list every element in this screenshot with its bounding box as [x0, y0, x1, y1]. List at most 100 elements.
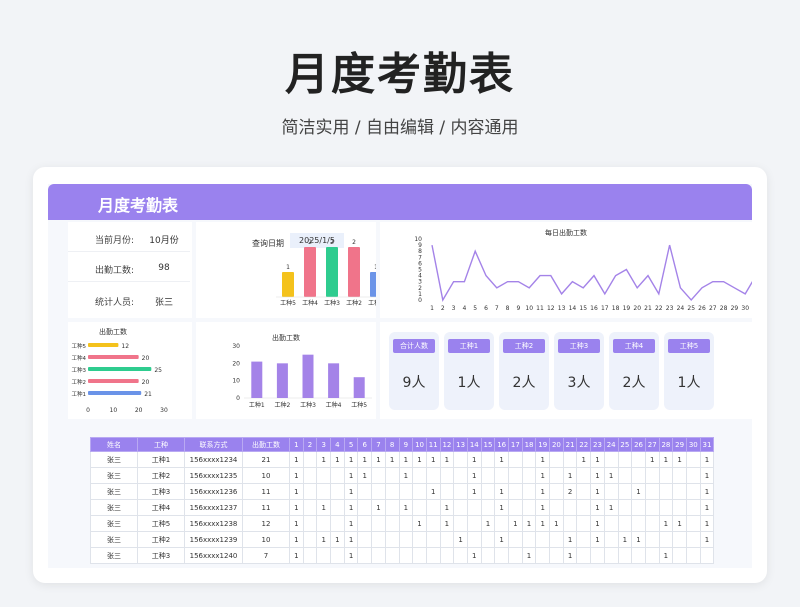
day-cell[interactable]: [603, 515, 619, 532]
day-cell[interactable]: [672, 483, 687, 500]
day-cell[interactable]: [371, 515, 386, 532]
cell-contact[interactable]: 156xxxx1235: [184, 467, 243, 484]
day-cell[interactable]: [439, 483, 455, 500]
day-cell[interactable]: 1: [590, 467, 605, 484]
day-cell[interactable]: [357, 499, 373, 516]
day-cell[interactable]: 1: [330, 451, 345, 468]
cell-contact[interactable]: 156xxxx1236: [184, 483, 243, 500]
day-cell[interactable]: [466, 499, 482, 516]
day-cell[interactable]: 1: [590, 531, 605, 548]
day-cell[interactable]: 1: [289, 451, 304, 468]
cell-type[interactable]: 工种4: [137, 499, 185, 516]
day-cell[interactable]: [685, 451, 701, 468]
day-cell[interactable]: [658, 499, 674, 516]
day-cell[interactable]: [371, 483, 386, 500]
day-cell[interactable]: 1: [398, 499, 414, 516]
day-cell[interactable]: [576, 531, 592, 548]
day-cell[interactable]: [316, 547, 332, 564]
day-cell[interactable]: [412, 499, 427, 516]
day-cell[interactable]: 1: [603, 467, 619, 484]
day-cell[interactable]: [617, 547, 633, 564]
day-cell[interactable]: 1: [631, 531, 646, 548]
day-cell[interactable]: 1: [699, 531, 715, 548]
day-cell[interactable]: 1: [658, 547, 674, 564]
day-cell[interactable]: [644, 547, 660, 564]
day-cell[interactable]: [480, 531, 496, 548]
day-cell[interactable]: [466, 515, 482, 532]
day-cell[interactable]: [576, 483, 592, 500]
day-cell[interactable]: 1: [535, 499, 551, 516]
day-cell[interactable]: [631, 515, 646, 532]
day-cell[interactable]: [425, 547, 441, 564]
day-cell[interactable]: [617, 499, 633, 516]
day-cell[interactable]: 1: [521, 515, 537, 532]
day-cell[interactable]: [330, 499, 345, 516]
day-cell[interactable]: [672, 531, 687, 548]
day-cell[interactable]: [685, 531, 701, 548]
day-cell[interactable]: [521, 467, 537, 484]
day-cell[interactable]: 1: [398, 467, 414, 484]
day-cell[interactable]: [590, 547, 605, 564]
day-cell[interactable]: [371, 547, 386, 564]
day-cell[interactable]: [357, 531, 373, 548]
day-cell[interactable]: [549, 467, 564, 484]
day-cell[interactable]: 1: [466, 467, 482, 484]
day-cell[interactable]: [508, 483, 523, 500]
day-cell[interactable]: 1: [494, 531, 509, 548]
cell-name[interactable]: 张三: [90, 451, 138, 468]
day-cell[interactable]: [617, 451, 633, 468]
day-cell[interactable]: [685, 499, 701, 516]
day-cell[interactable]: [425, 515, 441, 532]
day-cell[interactable]: [685, 483, 701, 500]
cell-contact[interactable]: 156xxxx1239: [184, 531, 243, 548]
day-cell[interactable]: 1: [330, 531, 345, 548]
day-cell[interactable]: [617, 515, 633, 532]
day-cell[interactable]: 1: [672, 451, 687, 468]
day-cell[interactable]: [672, 467, 687, 484]
day-cell[interactable]: [453, 515, 468, 532]
day-cell[interactable]: 1: [384, 451, 400, 468]
cell-type[interactable]: 工种2: [137, 531, 185, 548]
day-cell[interactable]: [617, 467, 633, 484]
day-cell[interactable]: 1: [412, 515, 427, 532]
day-cell[interactable]: 1: [343, 531, 359, 548]
day-cell[interactable]: [521, 451, 537, 468]
day-cell[interactable]: [685, 467, 701, 484]
day-cell[interactable]: [439, 547, 455, 564]
day-cell[interactable]: [603, 451, 619, 468]
day-cell[interactable]: [549, 531, 564, 548]
day-cell[interactable]: [562, 499, 578, 516]
day-cell[interactable]: [425, 467, 441, 484]
day-cell[interactable]: [384, 499, 400, 516]
day-cell[interactable]: [480, 451, 496, 468]
info-value[interactable]: 张三: [144, 295, 184, 308]
day-cell[interactable]: [302, 531, 318, 548]
day-cell[interactable]: 1: [672, 515, 687, 532]
cell-name[interactable]: 张三: [90, 515, 138, 532]
day-cell[interactable]: 1: [535, 483, 551, 500]
day-cell[interactable]: [439, 467, 455, 484]
day-cell[interactable]: [658, 467, 674, 484]
day-cell[interactable]: [425, 499, 441, 516]
day-cell[interactable]: [453, 467, 468, 484]
day-cell[interactable]: [576, 467, 592, 484]
day-cell[interactable]: 1: [658, 515, 674, 532]
day-cell[interactable]: 1: [439, 451, 455, 468]
day-cell[interactable]: 1: [453, 531, 468, 548]
cell-count[interactable]: 12: [242, 515, 290, 532]
day-cell[interactable]: [521, 483, 537, 500]
day-cell[interactable]: [480, 499, 496, 516]
day-cell[interactable]: 1: [699, 483, 715, 500]
day-cell[interactable]: [631, 451, 646, 468]
day-cell[interactable]: [576, 515, 592, 532]
day-cell[interactable]: [384, 467, 400, 484]
day-cell[interactable]: 1: [316, 499, 332, 516]
day-cell[interactable]: [617, 483, 633, 500]
day-cell[interactable]: 1: [480, 515, 496, 532]
day-cell[interactable]: 1: [289, 547, 304, 564]
day-cell[interactable]: [508, 451, 523, 468]
day-cell[interactable]: [330, 483, 345, 500]
day-cell[interactable]: 1: [590, 499, 605, 516]
day-cell[interactable]: [480, 467, 496, 484]
day-cell[interactable]: [603, 547, 619, 564]
